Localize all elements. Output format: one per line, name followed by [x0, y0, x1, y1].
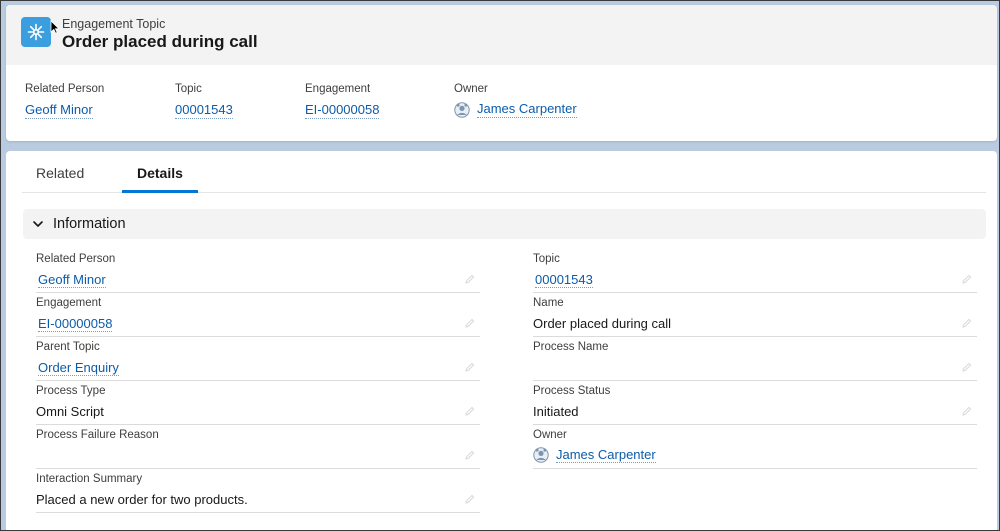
parent-topic-value-link[interactable]: Order Enquiry [38, 360, 119, 376]
tab-related[interactable]: Related [36, 165, 84, 193]
owner-value-container: James Carpenter [533, 447, 656, 463]
user-avatar-icon [533, 447, 549, 463]
pencil-icon[interactable] [961, 317, 973, 329]
highlight-related-person: Related Person Geoff Minor [25, 83, 104, 119]
field-topic: Topic 00001543 [533, 253, 977, 293]
app-frame: Engagement Topic Order placed during cal… [0, 0, 1000, 531]
field-label: Topic [533, 253, 560, 265]
engagement-link[interactable]: EI-00000058 [305, 102, 380, 119]
pencil-icon[interactable] [961, 273, 973, 285]
highlight-owner: Owner James Carpenter [454, 83, 577, 118]
field-interaction-summary: Interaction Summary Placed a new order f… [36, 473, 480, 513]
topic-link[interactable]: 00001543 [175, 102, 233, 119]
field-process-failure-reason: Process Failure Reason [36, 429, 480, 469]
field-process-status: Process Status Initiated [533, 385, 977, 425]
related-person-value-link[interactable]: Geoff Minor [38, 272, 106, 288]
field-name: Name Order placed during call [533, 297, 977, 337]
record-header-top: Engagement Topic Order placed during cal… [6, 5, 997, 65]
object-type-label: Engagement Topic [62, 17, 166, 31]
interaction-summary-value: Placed a new order for two products. [36, 492, 248, 507]
section-title: Information [53, 216, 126, 232]
pencil-icon[interactable] [464, 273, 476, 285]
field-label: Process Name [533, 341, 609, 353]
mouse-cursor-icon [50, 20, 60, 34]
details-card: Related Details Information Related Pers… [6, 151, 997, 530]
field-label: Engagement [36, 297, 102, 309]
related-person-link[interactable]: Geoff Minor [25, 102, 93, 119]
field-label: Process Status [533, 385, 611, 397]
tab-details[interactable]: Details [122, 165, 198, 193]
chevron-down-icon [32, 218, 44, 230]
section-header-information[interactable]: Information [23, 209, 986, 239]
field-related-person: Related Person Geoff Minor [36, 253, 480, 293]
highlights-panel: Related Person Geoff Minor Topic 0000154… [6, 83, 997, 133]
record-header: Engagement Topic Order placed during cal… [6, 5, 997, 141]
highlight-label: Related Person [25, 83, 105, 95]
field-label: Interaction Summary [36, 473, 143, 485]
field-process-name: Process Name [533, 341, 977, 381]
owner-link[interactable]: James Carpenter [477, 101, 577, 118]
highlight-label: Engagement [305, 83, 371, 95]
pencil-icon[interactable] [464, 361, 476, 373]
highlight-engagement: Engagement EI-00000058 [305, 83, 380, 119]
highlight-topic: Topic 00001543 [175, 83, 233, 119]
field-parent-topic: Parent Topic Order Enquiry [36, 341, 480, 381]
user-avatar-icon [454, 101, 470, 118]
process-status-value: Initiated [533, 404, 579, 419]
pencil-icon[interactable] [464, 493, 476, 505]
process-type-value: Omni Script [36, 404, 104, 419]
field-label: Parent Topic [36, 341, 100, 353]
record-title: Order placed during call [62, 32, 258, 51]
owner-value-link[interactable]: James Carpenter [556, 447, 656, 463]
engagement-value-link[interactable]: EI-00000058 [38, 316, 113, 332]
pencil-icon[interactable] [464, 405, 476, 417]
field-label: Process Failure Reason [36, 429, 159, 441]
pencil-icon[interactable] [961, 405, 973, 417]
field-label: Owner [533, 429, 567, 441]
pencil-icon[interactable] [961, 361, 973, 373]
field-process-type: Process Type Omni Script [36, 385, 480, 425]
name-value: Order placed during call [533, 316, 672, 331]
highlight-label: Owner [454, 83, 488, 95]
field-label: Name [533, 297, 564, 309]
field-label: Process Type [36, 385, 106, 397]
owner-container: James Carpenter [454, 101, 577, 118]
pencil-icon[interactable] [464, 449, 476, 461]
topic-value-link[interactable]: 00001543 [535, 272, 593, 288]
field-engagement: Engagement EI-00000058 [36, 297, 480, 337]
field-label: Related Person [36, 253, 116, 265]
pencil-icon[interactable] [464, 317, 476, 329]
engagement-topic-icon [21, 17, 51, 47]
tab-bar: Related Details [22, 151, 986, 193]
field-owner: Owner James Carpenter [533, 429, 977, 469]
highlight-label: Topic [175, 83, 202, 95]
